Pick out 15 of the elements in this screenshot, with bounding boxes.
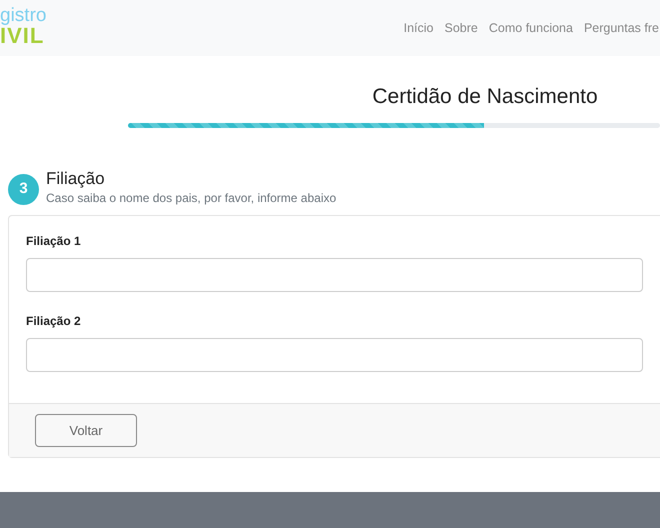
field-label: Filiação 2 [26, 312, 82, 330]
step-number: 3 [8, 174, 39, 204]
nav-link[interactable]: Início [404, 18, 434, 38]
logo-text: IVIL [0, 24, 44, 46]
nav-link[interactable]: Como funciona [488, 18, 573, 38]
logo-text: gistro [0, 6, 46, 24]
input-field[interactable] [26, 258, 643, 292]
section-subtitle: Caso saiba o nome dos pais, por favor, informe abaixo [46, 190, 336, 207]
field-label: Filiação 1 [26, 232, 82, 250]
page-title: Certidão de Nascimento [371, 84, 599, 110]
nav-link[interactable]: Perguntas fre [584, 18, 659, 38]
nav-link[interactable]: Sobre [444, 18, 478, 38]
input-field[interactable] [26, 338, 643, 372]
back-button[interactable]: Voltar [35, 414, 137, 447]
section-title: Filiação [46, 168, 106, 189]
